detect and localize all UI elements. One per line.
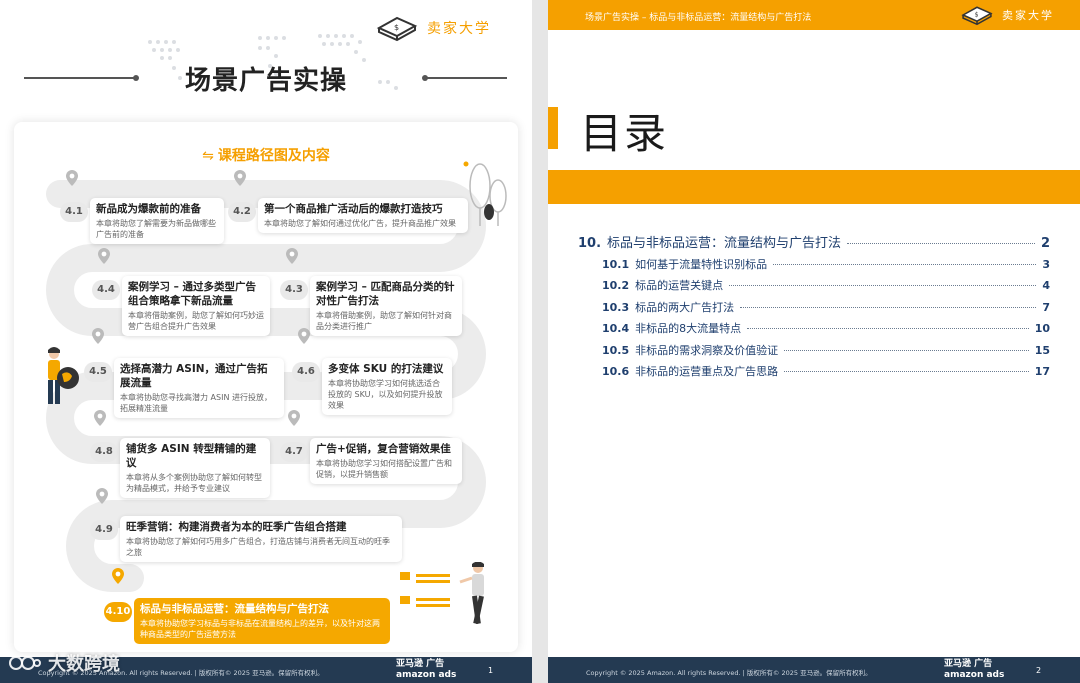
step-number: 4.3 (280, 280, 308, 300)
toc-accent-stripe (548, 170, 1080, 204)
map-pin-icon (234, 170, 246, 186)
step-desc: 本章将协助您寻找高潜力 ASIN 进行投放，拓展精准流量 (120, 393, 272, 413)
step-number: 4.10 (104, 602, 132, 622)
amazon-ads-logo: 亚马逊 广告 amazon ads (396, 659, 457, 680)
toc-entry[interactable]: 10.3 标品的两大广告打法 7 (602, 299, 1050, 315)
left-page: $ 卖家大学 场景广告实操 ⇋ 课程路径图及内容 4.1 新品成为爆款前的准备 本… (0, 0, 532, 683)
right-page: 场景广告实操 – 标品与非标品运营：流量结构与广告打法 $ 卖家大学 目录 10… (548, 0, 1080, 683)
map-pin-icon (98, 248, 110, 264)
toc-number: 10.4 (602, 322, 630, 335)
step-number: 4.6 (292, 362, 320, 382)
toc-number: 10.2 (602, 279, 630, 292)
page-footer: Copyright © 2025 Amazon. All rights Rese… (548, 657, 1080, 683)
toc-entry[interactable]: 10.5 非标品的需求洞察及价值验证 15 (602, 342, 1050, 358)
toc-page: 15 (1034, 344, 1050, 357)
shopper-illustration (400, 562, 484, 625)
map-pin-icon (94, 410, 106, 426)
header-title: 场景广告实操 – 标品与非标品运营：流量结构与广告打法 (585, 13, 812, 23)
toc-title: 目录 (580, 109, 669, 158)
map-pin-icon (286, 248, 298, 264)
step-title: 标品与非标品运营：流量结构与广告打法 (140, 603, 329, 615)
toc-chapter-entry[interactable]: 10. 标品与非标品运营：流量结构与广告打法 2 (578, 232, 1050, 251)
map-pin-icon (298, 328, 310, 344)
map-pin-icon (92, 328, 104, 344)
step-desc: 本章将协助您学习如何挑选适合投放的 SKU，以及如何提升投放效果 (328, 379, 443, 410)
amazon-ads-logo: 亚马逊 广告 amazon ads (944, 659, 1005, 680)
step-number: 4.9 (90, 520, 118, 540)
toc-entry-title: 如何基于流量特性识别标品 (635, 258, 768, 271)
toc-entry[interactable]: 10.4 非标品的8大流量特点 10 (602, 320, 1050, 336)
watermark: 大数跨境 (8, 650, 120, 676)
step-title: 第一个商品推广活动后的爆款打造技巧 (264, 203, 443, 215)
toc-number: 10.6 (602, 365, 630, 378)
step-desc: 本章将助您了解如何通过优化广告，提升商品推广效果 (264, 219, 456, 228)
book-logo-icon: $ (961, 6, 993, 26)
page-number: 2 (1036, 666, 1042, 675)
step-title: 选择高潜力 ASIN，通过广告拓展流量 (120, 363, 268, 389)
toc-page: 10 (1034, 322, 1050, 335)
step-number: 4.7 (280, 442, 308, 462)
map-pin-active-icon (112, 568, 124, 584)
toc-entry-title: 非标品的8大流量特点 (635, 322, 742, 335)
toc-page: 3 (1042, 258, 1050, 271)
page-number: 1 (488, 666, 494, 675)
step-title: 铺货多 ASIN 转型精铺的建议 (126, 443, 257, 469)
step-number: 4.4 (92, 280, 120, 300)
toc-leader (847, 243, 1035, 244)
step-desc: 本章将助您了解需要为新品做哪些广告前的准备 (96, 219, 216, 239)
step-number: 4.5 (84, 362, 112, 382)
step-number: 4.2 (228, 202, 256, 222)
toc-entry[interactable]: 10.1 如何基于流量特性识别标品 3 (602, 256, 1050, 272)
toc-leader (740, 307, 1037, 308)
toc-entry[interactable]: 10.6 非标品的运营重点及广告思路 17 (602, 363, 1050, 379)
toc-leader (784, 350, 1029, 351)
toc-leader (747, 328, 1029, 329)
step-title: 案例学习 – 通过多类型广告组合策略拿下新品流量 (128, 281, 257, 307)
toc-leader (773, 264, 1037, 265)
step-desc: 本章将协助您学习如何搭配设置广告和促销，以提升销售额 (316, 459, 452, 479)
toc-accent-bar (548, 107, 558, 149)
step-desc: 本章将借助案例，助您了解如何针对商品分类进行推广 (316, 311, 452, 331)
toc-number: 10. (578, 236, 602, 251)
watermark-logo-icon (9, 656, 41, 670)
toc-entry[interactable]: 10.2 标品的运营关键点 4 (602, 277, 1050, 293)
toc-page: 17 (1034, 365, 1050, 378)
toc-number: 10.1 (602, 258, 630, 271)
toc-entry-title: 标品的两大广告打法 (635, 301, 735, 314)
step-desc: 本章将协助您学习标品与非标品在流量结构上的差异，以及针对这两种商品类型的广告运营… (140, 619, 380, 639)
map-pin-icon (288, 410, 300, 426)
step-title: 旺季营销：构建消费者为本的旺季广告组合搭建 (126, 521, 347, 533)
step-desc: 本章将借助案例，助您了解如何巧妙运营广告组合提升广告效果 (128, 311, 264, 331)
toc-leader (784, 371, 1029, 372)
step-title: 案例学习 – 匹配商品分类的针对性广告打法 (316, 281, 455, 307)
toc-number: 10.5 (602, 344, 630, 357)
step-title: 多变体 SKU 的打法建议 (328, 363, 444, 375)
svg-text:$: $ (975, 12, 979, 19)
map-pin-icon (66, 170, 78, 186)
step-title: 新品成为爆款前的准备 (96, 203, 201, 215)
brand-name: 卖家大学 (1002, 9, 1054, 22)
step-number: 4.1 (60, 202, 88, 222)
step-number: 4.8 (90, 442, 118, 462)
toc-entry-title: 非标品的运营重点及广告思路 (635, 365, 779, 378)
toc-page: 4 (1042, 279, 1050, 292)
toc-entry-title: 标品的运营关键点 (635, 279, 724, 292)
step-desc: 本章将从多个案例协助您了解如何转型为精品模式，并给予专业建议 (126, 473, 262, 493)
toc-page: 7 (1042, 301, 1050, 314)
person-with-globe-illustration (48, 347, 79, 404)
map-pin-icon (96, 488, 108, 504)
copyright-text: Copyright © 2025 Amazon. All rights Rese… (586, 669, 872, 677)
toc-entry-title: 非标品的需求洞察及价值验证 (635, 344, 779, 357)
toc-leader (729, 285, 1037, 286)
toc-number: 10.3 (602, 301, 630, 314)
tree-illustration (463, 161, 507, 226)
brand-logo: $ 卖家大学 (960, 4, 1054, 26)
step-desc: 本章将协助您了解如何巧用多广告组合，打造店铺与消费者无间互动的旺季之旅 (126, 537, 390, 557)
toc-entry-title: 标品与非标品运营：流量结构与广告打法 (607, 236, 842, 251)
toc-page: 2 (1040, 236, 1050, 251)
step-title: 广告+促销，复合营销效果佳 (316, 443, 451, 455)
page-header: 场景广告实操 – 标品与非标品运营：流量结构与广告打法 $ 卖家大学 (548, 0, 1080, 30)
